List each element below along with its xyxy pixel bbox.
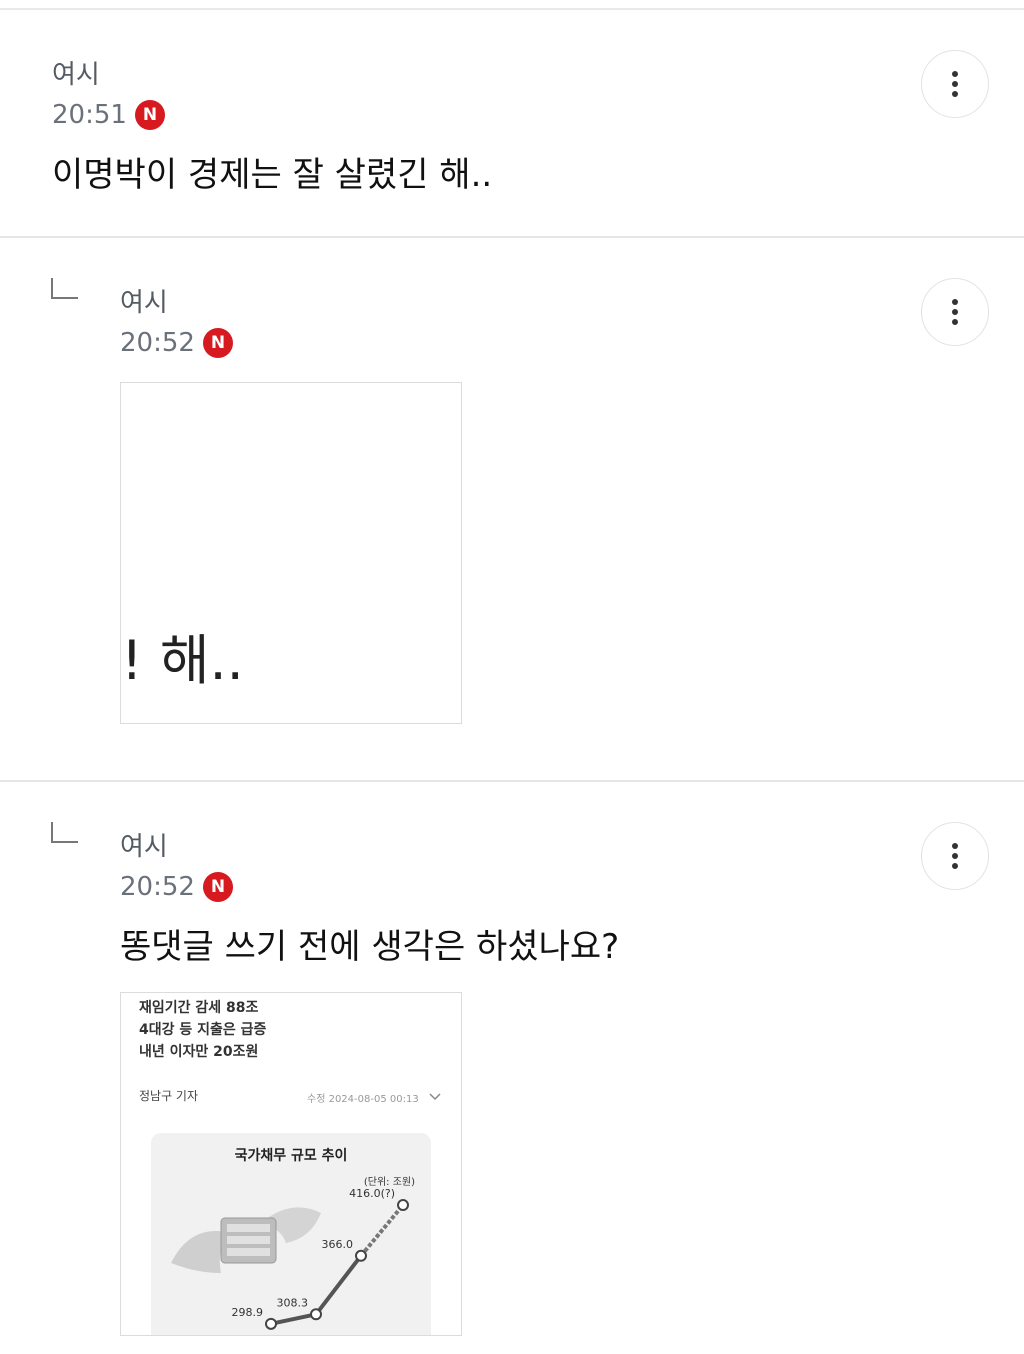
vertical-dots-icon bbox=[952, 843, 958, 869]
more-options-button[interactable] bbox=[921, 50, 989, 118]
reply-arrow-icon bbox=[51, 822, 78, 843]
new-badge: N bbox=[134, 100, 165, 130]
time-text: 20:51 bbox=[52, 100, 127, 130]
data-label: 366.0 bbox=[322, 1238, 354, 1251]
data-label: 416.0(?) bbox=[349, 1187, 395, 1200]
new-badge: N bbox=[202, 328, 233, 358]
more-options-button[interactable] bbox=[921, 278, 989, 346]
debt-chart-card: 국가채무 규모 추이 (단위: 조원) 298.9 308.3 366.0 416.0… bbox=[151, 1133, 431, 1335]
debt-line-chart: 298.9 308.3 366.0 416.0(?) bbox=[232, 1187, 409, 1330]
data-point bbox=[355, 1249, 367, 1262]
more-options-button[interactable] bbox=[921, 822, 989, 890]
time-text: 20:52 bbox=[120, 872, 195, 902]
reply-arrow-icon bbox=[51, 278, 78, 299]
author-name[interactable]: 여시 bbox=[120, 288, 168, 318]
new-badge: N bbox=[202, 872, 233, 902]
series-line-segment bbox=[314, 1254, 363, 1316]
data-point bbox=[265, 1317, 277, 1330]
author-name[interactable]: 여시 bbox=[120, 832, 168, 862]
comment-3: 여시 20:52 N 똥댓글 쓰기 전에 생각은 하셨나요? 재임기간 감세 8… bbox=[0, 782, 1024, 1354]
comment-time: 20:52 N bbox=[120, 872, 233, 902]
data-point bbox=[397, 1199, 409, 1212]
data-label: 298.9 bbox=[232, 1306, 264, 1319]
vertical-dots-icon bbox=[952, 71, 958, 97]
comment-text: 똥댓글 쓰기 전에 생각은 하셨나요? bbox=[120, 927, 620, 967]
data-label: 308.3 bbox=[277, 1296, 309, 1309]
article-headline-1: 재임기간 감세 88조 bbox=[139, 1000, 259, 1016]
author-name[interactable]: 여시 bbox=[52, 60, 100, 90]
article-reporter: 정남구 기자 bbox=[139, 1089, 199, 1103]
comment-2: 여시 20:52 N ! 해.. bbox=[0, 238, 1024, 781]
vertical-dots-icon bbox=[952, 299, 958, 325]
series-line-segment bbox=[270, 1312, 317, 1326]
data-point bbox=[310, 1308, 322, 1321]
attached-article-image[interactable]: 재임기간 감세 88조 4대강 등 지출은 급증 내년 이자만 20조원 정남구… bbox=[120, 992, 462, 1336]
article-headline-3: 내년 이자만 20조원 bbox=[139, 1044, 259, 1060]
comment-time: 20:51 N bbox=[52, 100, 165, 130]
comment-time: 20:52 N bbox=[120, 328, 233, 358]
series-line-segment bbox=[359, 1203, 405, 1258]
attached-image[interactable]: ! 해.. bbox=[120, 382, 462, 724]
article-date: 수정 2024-08-05 00:13 bbox=[307, 1094, 419, 1105]
image-crop-text: ! 해.. bbox=[121, 629, 244, 692]
article-headline-2: 4대강 등 지출은 급증 bbox=[139, 1022, 267, 1038]
time-text: 20:52 bbox=[120, 328, 195, 358]
chevron-down-icon bbox=[429, 1093, 441, 1101]
comment-text: 이명박이 경제는 잘 살렸긴 해.. bbox=[52, 155, 493, 195]
comment-1: 여시 20:51 N 이명박이 경제는 잘 살렸긴 해.. bbox=[0, 0, 1024, 237]
